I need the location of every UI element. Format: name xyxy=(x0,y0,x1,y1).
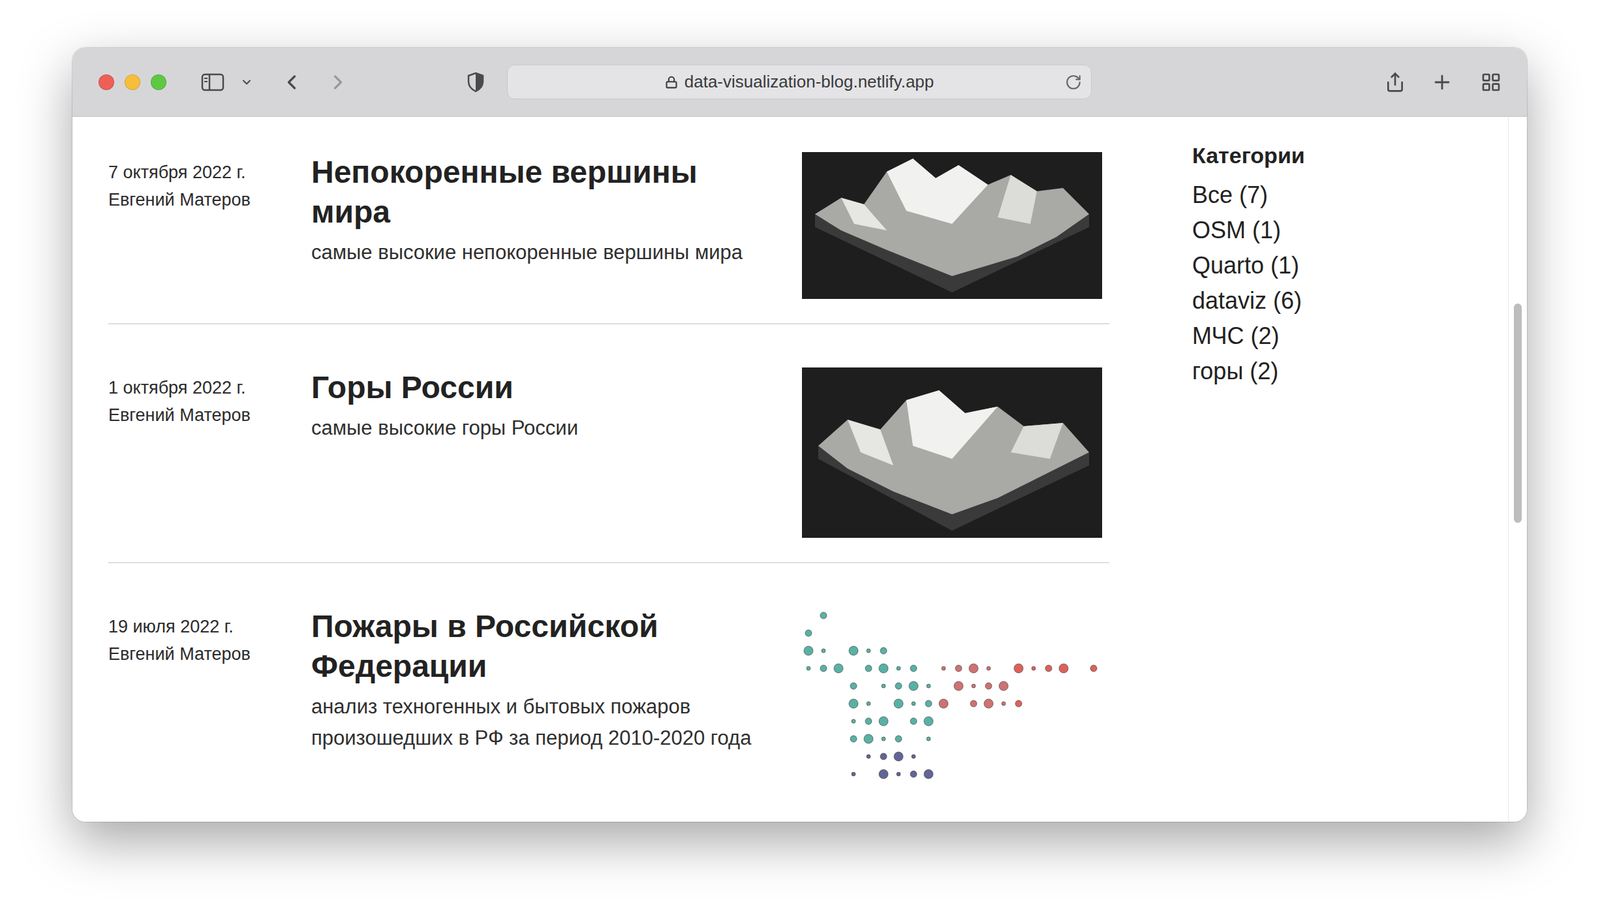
close-button[interactable] xyxy=(98,74,115,91)
post-row[interactable]: 19 июля 2022 г.Евгений МатеровПожары в Р… xyxy=(108,563,1110,822)
category-link[interactable]: горы (2) xyxy=(1192,353,1467,389)
share-button[interactable] xyxy=(1380,67,1410,97)
post-text: Непокоренные вершины мира самые высокие н… xyxy=(311,152,769,299)
scrollbar xyxy=(1507,116,1527,822)
terrain-render xyxy=(801,367,1103,538)
privacy-shield-icon xyxy=(466,71,485,93)
fire-map-chart xyxy=(801,606,1103,802)
post-meta: 7 октября 2022 г.Евгений Матеров xyxy=(108,152,312,299)
page-content: 7 октября 2022 г.Евгений МатеровНепокоре… xyxy=(72,116,1527,822)
grid-icon xyxy=(1480,71,1502,93)
post-date: 19 июля 2022 г. xyxy=(108,612,312,641)
post-text: Горы России самые высокие горы России xyxy=(311,367,769,538)
share-icon xyxy=(1384,71,1406,93)
post-author: Евгений Матеров xyxy=(108,640,312,668)
post-thumbnail[interactable] xyxy=(801,367,1103,538)
privacy-button[interactable] xyxy=(461,67,491,97)
post-description: самые высокие горы России xyxy=(311,412,769,444)
post-date: 7 октября 2022 г. xyxy=(108,158,312,186)
new-tab-button[interactable] xyxy=(1427,67,1457,97)
browser-window: data-visualization-blog.netlify.app 7 окт… xyxy=(72,47,1527,822)
reload-button[interactable] xyxy=(1064,73,1082,91)
post-title[interactable]: Непокоренные вершины мира xyxy=(311,152,769,232)
minimize-button[interactable] xyxy=(124,74,141,91)
post-thumbnail[interactable] xyxy=(801,606,1103,802)
address-bar[interactable]: data-visualization-blog.netlify.app xyxy=(507,64,1092,100)
post-title[interactable]: Пожары в Российской Федерации xyxy=(311,606,769,686)
category-link[interactable]: OSM (1) xyxy=(1192,212,1467,248)
categories-panel: Категории Все (7)OSM (1)Quarto (1)dataviz… xyxy=(1192,116,1467,822)
scrollbar-thumb[interactable] xyxy=(1513,303,1522,523)
post-meta: 19 июля 2022 г.Евгений Матеров xyxy=(108,606,312,802)
post-row[interactable]: 1 октября 2022 г.Евгений МатеровГоры Рос… xyxy=(108,324,1110,564)
post-description: анализ техногенных и бытовых пожаров про… xyxy=(311,691,769,754)
tab-overview-button[interactable] xyxy=(1476,67,1506,97)
category-link[interactable]: Все (7) xyxy=(1192,177,1467,213)
post-row[interactable]: 7 октября 2022 г.Евгений МатеровНепокоре… xyxy=(108,116,1110,325)
url-text: data-visualization-blog.netlify.app xyxy=(684,71,935,93)
post-text: Пожары в Российской Федерациианализ техн… xyxy=(311,606,769,802)
plus-icon xyxy=(1430,71,1454,94)
chevron-right-icon xyxy=(326,70,350,94)
lock-icon xyxy=(664,75,678,89)
post-title[interactable]: Горы России xyxy=(311,367,769,408)
browser-toolbar: data-visualization-blog.netlify.app xyxy=(72,47,1527,117)
categories-title: Категории xyxy=(1192,142,1467,169)
back-button[interactable] xyxy=(277,67,307,97)
category-link[interactable]: Quarto (1) xyxy=(1192,247,1467,284)
category-link[interactable]: dataviz (6) xyxy=(1192,283,1467,319)
zoom-button[interactable] xyxy=(150,74,167,91)
post-date: 1 октября 2022 г. xyxy=(108,373,312,402)
post-description: самые высокие непокоренные вершины мира xyxy=(311,236,769,269)
post-meta: 1 октября 2022 г.Евгений Матеров xyxy=(108,367,312,538)
tab-groups-button[interactable] xyxy=(238,67,255,97)
page: data-visualization-blog.netlify.app 7 окт… xyxy=(0,0,1600,919)
reload-icon xyxy=(1064,73,1082,91)
post-list: 7 октября 2022 г.Евгений МатеровНепокоре… xyxy=(72,116,1110,822)
post-author: Евгений Матеров xyxy=(108,185,312,214)
post-author: Евгений Матеров xyxy=(108,401,312,429)
sidebar-button[interactable] xyxy=(198,67,228,97)
forward-button[interactable] xyxy=(323,67,353,97)
chevron-down-icon xyxy=(240,75,254,89)
sidebar-icon xyxy=(200,73,225,92)
chevron-left-icon xyxy=(279,70,304,94)
window-controls xyxy=(98,74,167,91)
category-link[interactable]: МЧС (2) xyxy=(1192,318,1467,354)
terrain-render xyxy=(801,152,1103,299)
post-thumbnail[interactable] xyxy=(801,152,1103,299)
